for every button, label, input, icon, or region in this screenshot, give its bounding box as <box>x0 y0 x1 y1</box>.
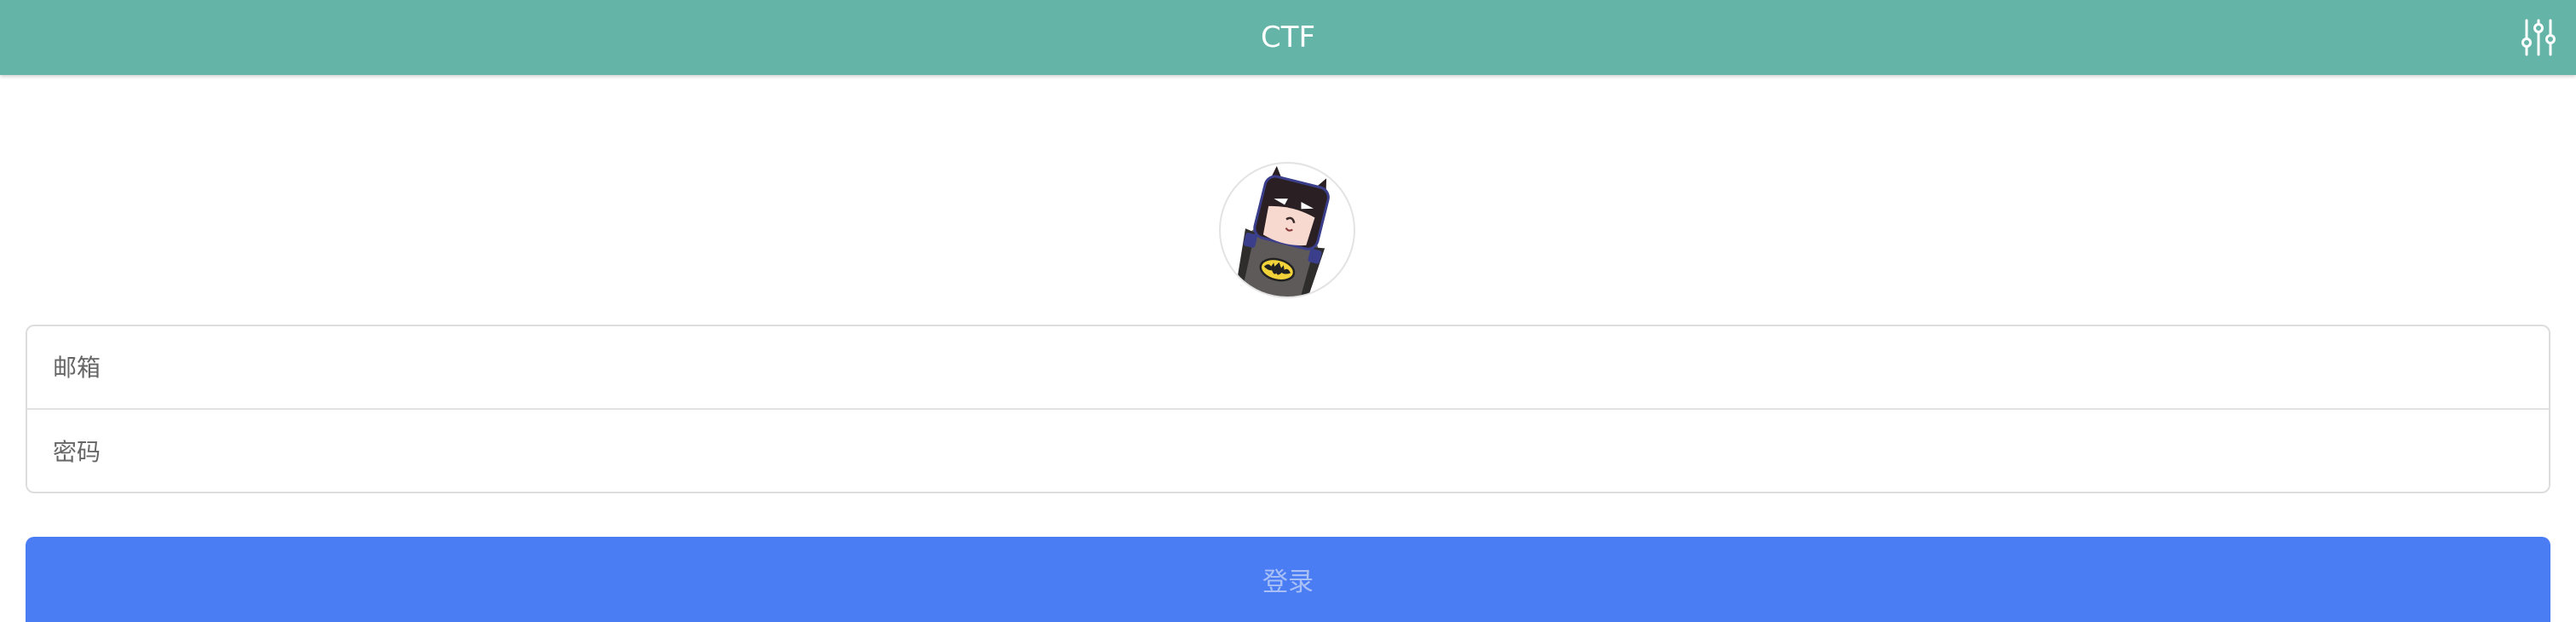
login-form <box>26 325 2550 493</box>
email-field[interactable] <box>27 326 2549 408</box>
password-field[interactable] <box>27 410 2549 492</box>
login-button[interactable]: 登录 <box>26 537 2550 622</box>
avatar <box>1219 162 1355 298</box>
page-title: CTF <box>1260 20 1316 55</box>
batman-avatar-icon <box>1235 165 1330 297</box>
settings-button[interactable] <box>2518 17 2559 58</box>
sliders-icon <box>2521 19 2556 56</box>
app-header: CTF <box>0 0 2576 75</box>
email-row <box>27 326 2549 410</box>
password-row <box>27 410 2549 492</box>
